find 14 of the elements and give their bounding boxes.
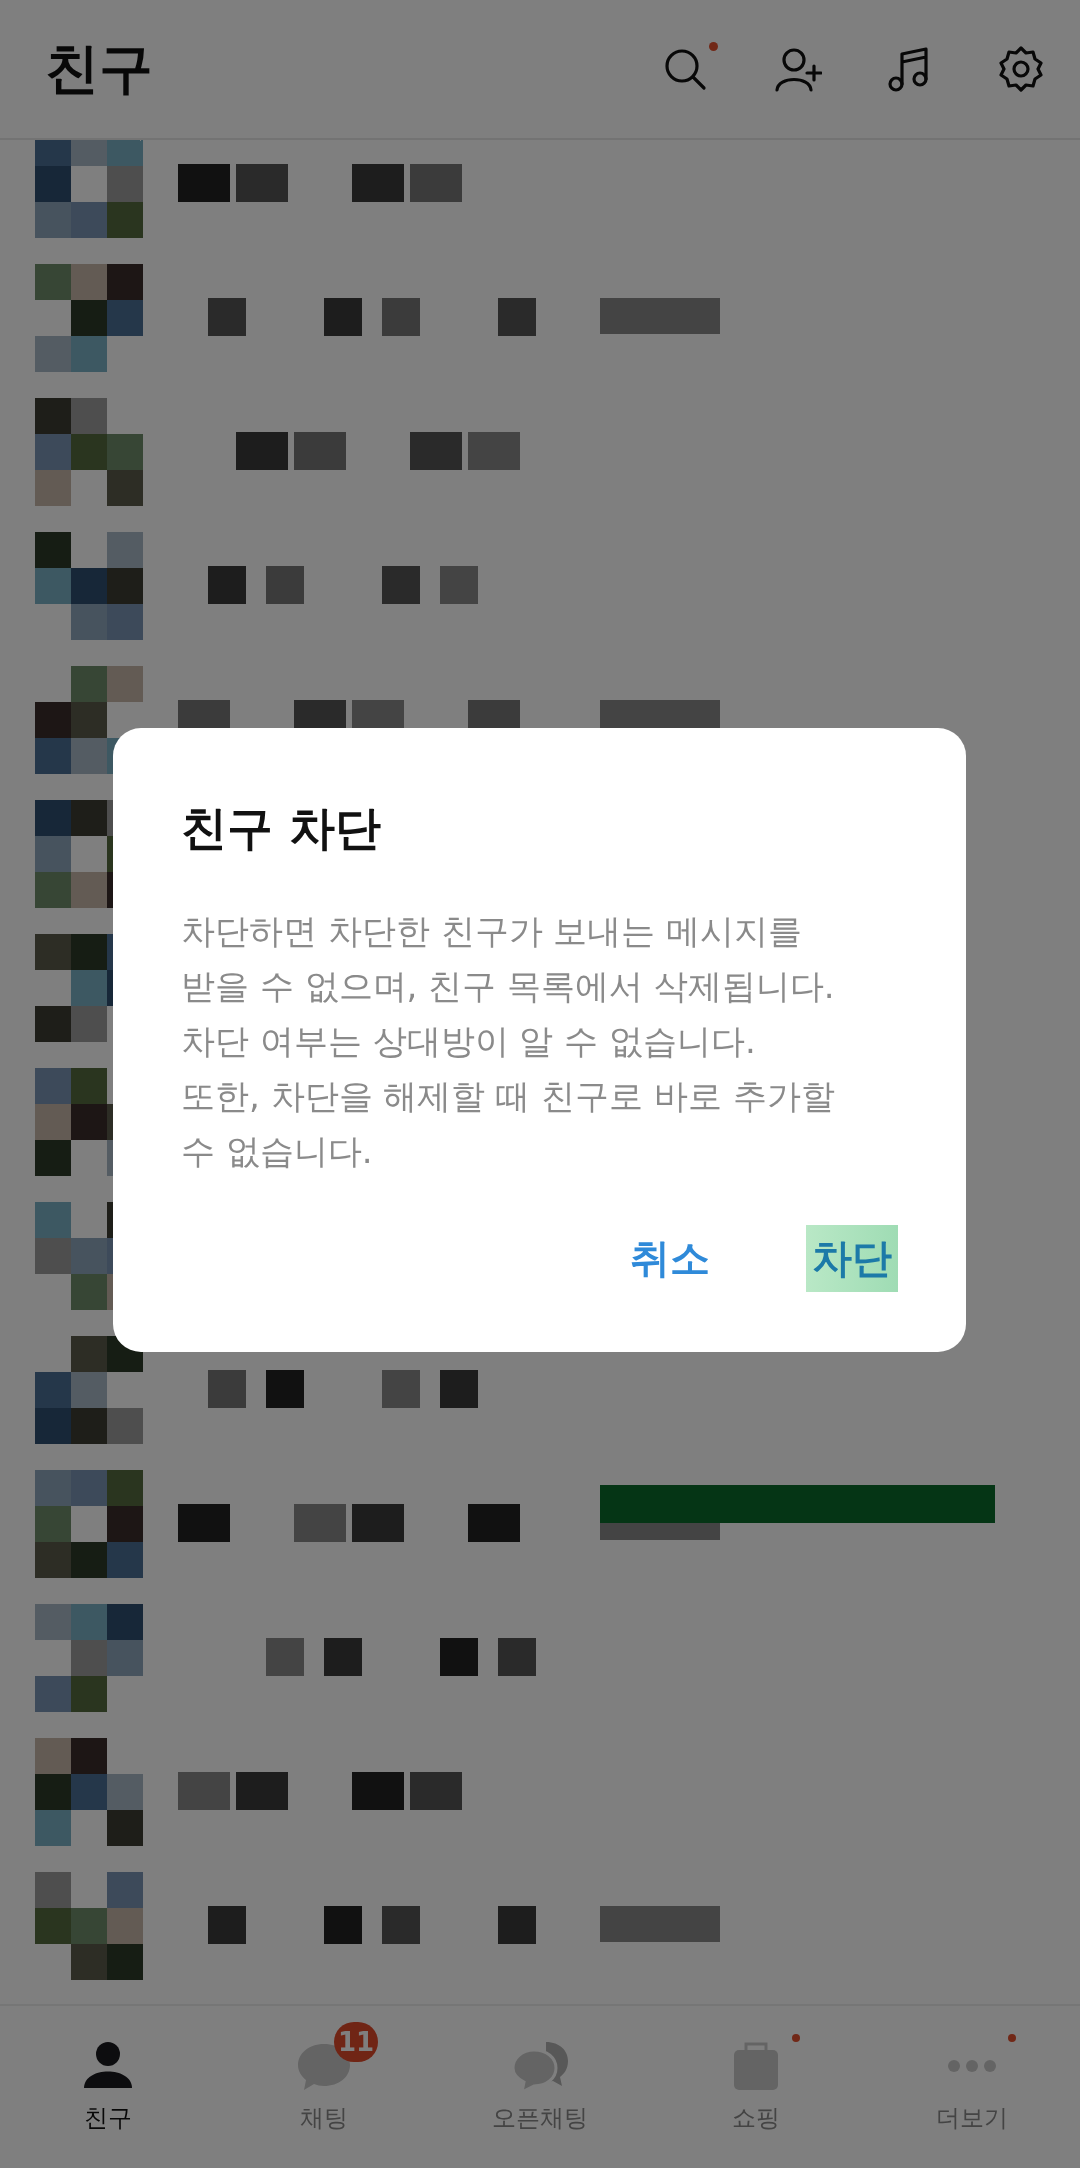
dialog-message: 차단하면 차단한 친구가 보내는 메시지를 받을 수 없으며, 친구 목록에서 삭제됩니다. 차단 여부는 상대방이 알 수 없습니다. 또한, 차단을 해제할 때 친구로 바로 추가할 수 없습니다. <box>181 910 836 1173</box>
dialog-button[interactable]: 취소 <box>624 1225 716 1292</box>
more-icon <box>947 2059 997 2073</box>
settings-button[interactable] <box>996 44 1046 94</box>
settings-icon <box>996 44 1046 94</box>
nav-tab[interactable]: 11 채팅 <box>216 2006 432 2168</box>
dialog-title: 친구 차단 <box>181 800 382 857</box>
nav-tab[interactable]: 쇼핑 <box>648 2006 864 2168</box>
dialog-button[interactable]: 차단 <box>806 1225 898 1292</box>
screen-title: 친구 <box>45 35 153 102</box>
nav-tab[interactable]: 더보기 <box>864 2006 1080 2168</box>
nav-tab[interactable]: 오픈채팅 <box>432 2006 648 2168</box>
unread-badge: 11 <box>334 2022 379 2062</box>
nav-tab[interactable]: 친구 <box>0 2006 216 2168</box>
